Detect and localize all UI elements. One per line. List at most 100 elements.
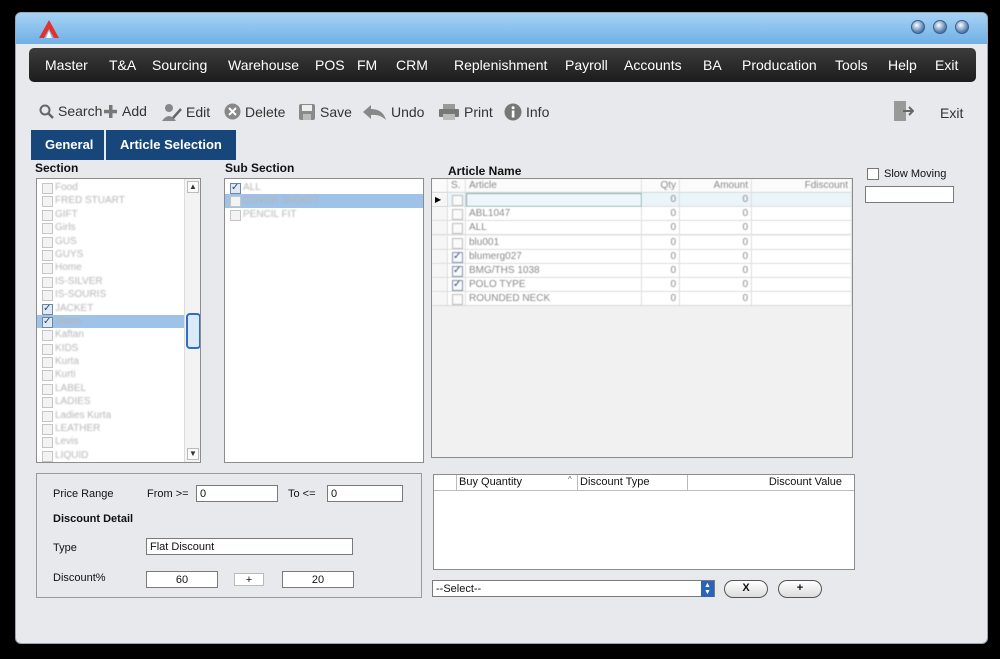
amount-cell[interactable]: 0 <box>680 193 752 207</box>
menu-tools[interactable]: Tools <box>835 57 868 73</box>
section-list-item[interactable]: Food <box>37 181 200 194</box>
menu-pos[interactable]: POS <box>315 57 345 73</box>
article-row[interactable]: ROUNDED NECK 0 0 <box>432 292 852 307</box>
checkbox[interactable] <box>42 290 53 302</box>
subsection-list-item[interactable]: ALL <box>225 181 423 194</box>
row-select-checkbox[interactable] <box>448 207 466 222</box>
edit-button[interactable]: Edit <box>162 103 210 121</box>
amount-cell[interactable]: 0 <box>680 278 752 293</box>
checkbox[interactable] <box>42 276 53 288</box>
row-select-checkbox[interactable] <box>448 193 466 207</box>
discount-value-1[interactable]: 60 <box>146 571 218 588</box>
maximize-button[interactable] <box>933 20 947 34</box>
amount-cell[interactable]: 0 <box>680 221 752 236</box>
delete-button[interactable]: Delete <box>224 103 285 120</box>
menu-ta[interactable]: T&A <box>109 57 136 73</box>
col-header-discount-type[interactable]: Discount Type <box>580 476 650 488</box>
section-list-item[interactable]: LABEL <box>37 382 200 395</box>
menu-fm[interactable]: FM <box>357 57 377 73</box>
add-discount-button[interactable]: + <box>778 580 822 598</box>
add-button[interactable]: Add <box>103 103 147 119</box>
discount-type-input[interactable]: Flat Discount <box>146 538 353 555</box>
article-cell[interactable] <box>466 193 642 207</box>
subsection-list-item[interactable]: COVER JACKET <box>225 194 423 208</box>
minimize-button[interactable] <box>911 20 925 34</box>
menu-master[interactable]: Master <box>45 57 88 73</box>
checkbox[interactable] <box>42 236 53 248</box>
section-list-item[interactable]: FRED STUART <box>37 194 200 208</box>
article-cell[interactable]: BMG/THS 1038 <box>466 264 642 278</box>
slow-moving-field[interactable] <box>865 186 954 203</box>
col-header-amount[interactable]: Amount <box>680 179 752 193</box>
section-scrollbar[interactable]: ▲ ▼ <box>184 179 200 462</box>
col-header-discount-value[interactable]: Discount Value <box>769 476 842 488</box>
article-cell[interactable]: blumerg027 <box>466 249 642 264</box>
checkbox[interactable] <box>452 195 463 206</box>
menu-ba[interactable]: BA <box>703 57 722 73</box>
article-cell[interactable]: ROUNDED NECK <box>466 292 642 307</box>
menu-sourcing[interactable]: Sourcing <box>152 57 207 73</box>
section-list-item[interactable]: IS-SILVER <box>37 275 200 288</box>
section-list-item[interactable]: LEATHER <box>37 422 200 436</box>
checkbox[interactable]: ✓ <box>452 266 463 277</box>
article-row[interactable]: ✓ blumerg027 0 0 <box>432 249 852 264</box>
checkbox[interactable]: ✓ <box>452 280 463 292</box>
checkbox-box[interactable] <box>867 168 879 180</box>
exit-icon-button[interactable] <box>892 100 914 122</box>
checkbox[interactable] <box>42 437 53 449</box>
section-list-item[interactable]: LADIES <box>37 395 200 409</box>
article-cell[interactable]: ALL <box>466 221 642 236</box>
section-list-item[interactable]: KIDS <box>37 342 200 355</box>
section-list-item[interactable]: GUYS <box>37 248 200 261</box>
checkbox[interactable] <box>42 315 53 328</box>
checkbox[interactable] <box>42 450 53 462</box>
scroll-up-arrow-icon[interactable]: ▲ <box>187 181 199 193</box>
amount-cell[interactable]: 0 <box>680 235 752 250</box>
subsection-list-item[interactable]: PENCIL FIT <box>225 208 423 221</box>
checkbox[interactable] <box>230 209 241 221</box>
section-list-item[interactable]: Kaftan <box>37 328 200 342</box>
checkbox[interactable] <box>42 196 53 208</box>
qty-cell[interactable]: 0 <box>642 249 680 264</box>
section-list[interactable]: Food FRED STUART GIFT Girls GUS GUYS Home IS-SI… <box>36 178 201 463</box>
checkbox[interactable] <box>42 330 53 342</box>
scroll-thumb[interactable] <box>186 313 200 349</box>
print-button[interactable]: Print <box>438 103 493 121</box>
qty-cell[interactable]: 0 <box>642 207 680 222</box>
undo-button[interactable]: Undo <box>362 103 424 121</box>
checkbox[interactable] <box>42 209 53 221</box>
qty-cell[interactable]: 0 <box>642 292 680 307</box>
amount-cell[interactable]: 0 <box>680 249 752 264</box>
article-cell[interactable]: POLO TYPE <box>466 278 642 293</box>
amount-cell[interactable]: 0 <box>680 207 752 222</box>
amount-cell[interactable]: 0 <box>680 292 752 307</box>
exit-button[interactable]: Exit <box>940 105 963 121</box>
row-select-checkbox[interactable] <box>448 235 466 250</box>
tab-article-selection[interactable]: Article Selection <box>106 130 236 160</box>
info-button[interactable]: Info <box>504 103 549 121</box>
checkbox[interactable] <box>42 249 53 261</box>
row-select-checkbox[interactable]: ✓ <box>448 249 466 264</box>
col-header-article[interactable]: Article <box>466 179 642 193</box>
checkbox[interactable] <box>42 410 53 422</box>
col-header-qty[interactable]: Qty <box>642 179 680 193</box>
article-grid[interactable]: S. Article Qty Amount Fdiscount ▶ 0 0 ABL10… <box>431 178 853 458</box>
menu-exit[interactable]: Exit <box>935 57 958 73</box>
col-header-buy-quantity[interactable]: Buy Quantity <box>459 476 522 488</box>
article-row[interactable]: ABL1047 0 0 <box>432 207 852 222</box>
amount-cell[interactable]: 0 <box>680 264 752 278</box>
checkbox[interactable] <box>42 223 53 235</box>
close-button[interactable] <box>955 20 969 34</box>
checkbox[interactable] <box>42 383 53 395</box>
section-list-item[interactable]: Levis <box>37 435 200 449</box>
section-list-item[interactable]: LIQUID <box>37 449 200 462</box>
checkbox[interactable] <box>42 263 53 275</box>
article-cell[interactable]: ABL1047 <box>466 207 642 222</box>
section-list-item[interactable]: Jeans <box>37 314 200 328</box>
section-list-item[interactable]: GIFT <box>37 208 200 221</box>
checkbox[interactable] <box>42 343 53 355</box>
menu-accounts[interactable]: Accounts <box>624 57 682 73</box>
col-header-s[interactable]: S. <box>448 179 466 193</box>
row-select-checkbox[interactable] <box>448 292 466 307</box>
discount-value-2[interactable]: 20 <box>282 571 354 588</box>
